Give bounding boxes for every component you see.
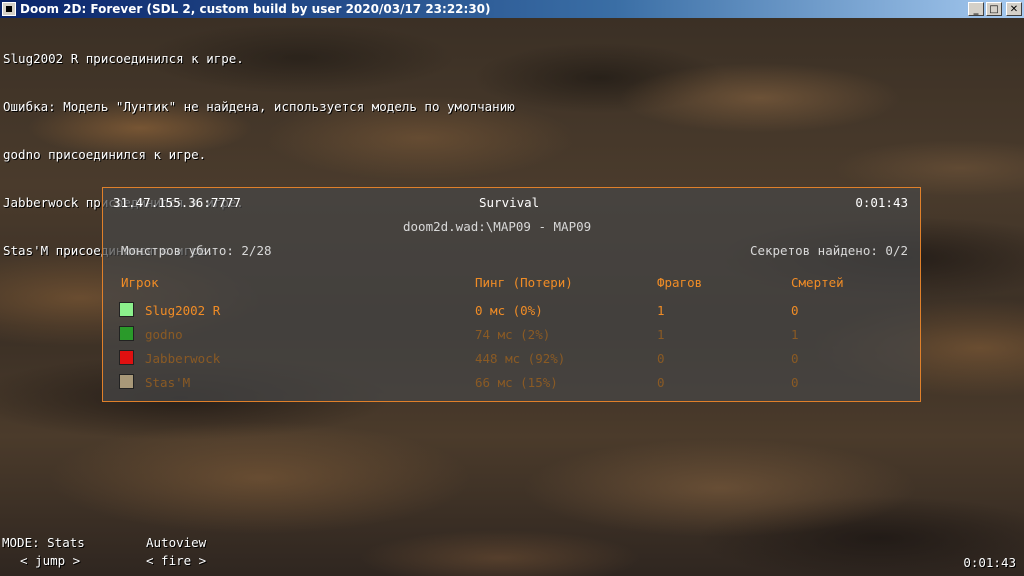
player-deaths: 0 [791,303,799,318]
player-name: Slug2002 R [145,303,221,318]
scoreboard-panel: 31.47.155.36:7777 Survival 0:01:43 doom2… [102,187,921,402]
player-name: Jabberwock [145,351,221,366]
player-deaths: 0 [791,375,799,390]
maximize-button[interactable]: □ [986,2,1002,16]
player-color-swatch [119,326,134,341]
player-ping: 74 мс (2%) [475,327,551,342]
player-deaths: 1 [791,327,799,342]
player-name: Stas'M [145,375,191,390]
window-title: Doom 2D: Forever (SDL 2, custom build by… [20,2,491,16]
hud-autoview-label: Autoview [146,535,207,550]
player-frags: 1 [657,303,665,318]
console-line: Slug2002 R присоединился к игре. [3,51,244,66]
window-controls: _ □ ✕ [968,2,1022,16]
player-name: godno [145,327,183,342]
window-titlebar[interactable]: Doom 2D: Forever (SDL 2, custom build by… [0,0,1024,18]
player-color-swatch [119,350,134,365]
map-name: doom2d.wad:\MAP09 - MAP09 [403,219,592,234]
monsters-killed: Монстров убито: 2/28 [121,243,272,258]
player-frags: 1 [657,327,665,342]
header-ping: Пинг (Потери) [475,275,573,290]
header-player: Игрок [121,275,159,290]
player-color-swatch [119,302,134,317]
game-viewport[interactable]: Slug2002 R присоединился к игре. Ошибка:… [0,18,1024,576]
game-mode: Survival [479,195,540,210]
minimize-button[interactable]: _ [968,2,984,16]
player-color-swatch [119,374,134,389]
player-frags: 0 [657,351,665,366]
console-line: Ошибка: Модель "Лунтик" не найдена, испо… [3,99,515,114]
app-icon[interactable] [2,2,16,16]
player-deaths: 0 [791,351,799,366]
player-frags: 0 [657,375,665,390]
hud-clock: 0:01:43 [963,555,1016,570]
hud-mode-label: MODE: Stats [2,535,85,550]
player-ping: 448 мс (92%) [475,351,566,366]
hud-jump-control[interactable]: < jump > [20,552,80,570]
hud-fire-control[interactable]: < fire > [146,552,206,570]
header-frags: Фрагов [657,275,703,290]
console-line: godno присоединился к игре. [3,147,207,162]
secrets-found: Секретов найдено: 0/2 [749,243,908,258]
player-ping: 66 мс (15%) [475,375,558,390]
server-address: 31.47.155.36:7777 [113,195,241,210]
close-button[interactable]: ✕ [1006,2,1022,16]
header-deaths: Смертей [791,275,844,290]
player-ping: 0 мс (0%) [475,303,543,318]
match-time: 0:01:43 [855,195,908,210]
